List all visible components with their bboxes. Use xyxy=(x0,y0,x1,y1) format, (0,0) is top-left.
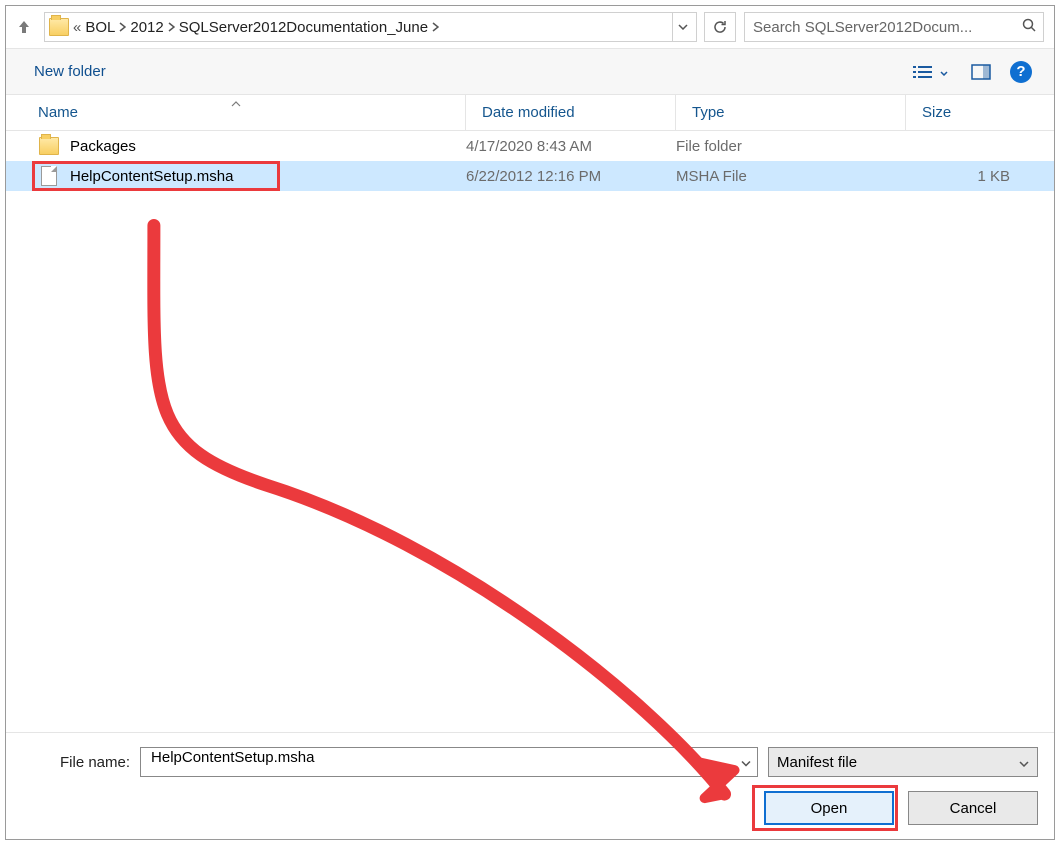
help-button[interactable]: ? xyxy=(1004,57,1038,87)
help-icon: ? xyxy=(1010,61,1032,83)
column-label: Date modified xyxy=(482,104,575,121)
filename-field[interactable] xyxy=(149,748,733,767)
button-label: Cancel xyxy=(950,800,997,817)
list-item[interactable]: HelpContentSetup.msha 6/22/2012 12:16 PM… xyxy=(6,161,1054,191)
column-header-name[interactable]: Name xyxy=(6,95,466,130)
open-dialog: « BOL 2012 SQLServer2012Documentation_Ju… xyxy=(5,5,1055,840)
up-one-level-button[interactable] xyxy=(12,15,36,39)
sort-asc-icon xyxy=(231,94,241,111)
toolbar: New folder ? xyxy=(6,49,1054,95)
column-header-size[interactable]: Size xyxy=(906,95,1054,130)
folder-icon xyxy=(49,18,69,36)
chevron-right-icon xyxy=(119,22,126,32)
column-label: Type xyxy=(692,104,725,121)
view-options-button[interactable] xyxy=(906,57,940,87)
file-list: Packages 4/17/2020 8:43 AM File folder H… xyxy=(6,131,1054,732)
new-folder-button[interactable]: New folder xyxy=(34,63,106,80)
filename-label: File name: xyxy=(60,754,130,771)
column-label: Name xyxy=(38,104,78,121)
column-header-type[interactable]: Type xyxy=(676,95,906,130)
file-type-cell: File folder xyxy=(676,138,906,155)
view-options-dropdown-icon[interactable] xyxy=(940,63,950,80)
chevron-right-icon xyxy=(432,22,439,32)
breadcrumb-item[interactable]: 2012 xyxy=(130,19,163,36)
list-item[interactable]: Packages 4/17/2020 8:43 AM File folder xyxy=(6,131,1054,161)
refresh-button[interactable] xyxy=(704,12,736,42)
breadcrumb-item[interactable]: BOL xyxy=(85,19,115,36)
search-field[interactable] xyxy=(751,18,1015,37)
column-headers: Name Date modified Type Size xyxy=(6,95,1054,131)
history-dropdown-button[interactable] xyxy=(672,13,692,41)
address-bar: « BOL 2012 SQLServer2012Documentation_Ju… xyxy=(6,6,1054,49)
cancel-button[interactable]: Cancel xyxy=(908,791,1038,825)
bottom-bar: File name: Manifest file Open Cancel xyxy=(6,732,1054,839)
chevron-left-icon: « xyxy=(73,19,81,36)
file-icon xyxy=(41,166,57,186)
file-date-cell: 6/22/2012 12:16 PM xyxy=(466,168,676,185)
breadcrumb[interactable]: « BOL 2012 SQLServer2012Documentation_Ju… xyxy=(44,12,697,42)
file-size-cell: 1 KB xyxy=(906,168,1054,185)
file-name-cell: HelpContentSetup.msha xyxy=(70,168,466,185)
filename-input[interactable] xyxy=(140,747,758,777)
preview-pane-button[interactable] xyxy=(964,57,998,87)
file-type-cell: MSHA File xyxy=(676,168,906,185)
search-icon xyxy=(1021,17,1037,37)
search-input[interactable] xyxy=(744,12,1044,42)
column-header-date[interactable]: Date modified xyxy=(466,95,676,130)
filetype-select[interactable]: Manifest file xyxy=(768,747,1038,777)
button-label: Open xyxy=(811,800,848,817)
column-label: Size xyxy=(922,104,951,121)
chevron-down-icon xyxy=(1019,754,1029,771)
file-date-cell: 4/17/2020 8:43 AM xyxy=(466,138,676,155)
chevron-right-icon xyxy=(168,22,175,32)
file-name-cell: Packages xyxy=(70,138,466,155)
folder-icon xyxy=(39,137,59,155)
chevron-down-icon[interactable] xyxy=(741,754,751,771)
breadcrumb-item[interactable]: SQLServer2012Documentation_June xyxy=(179,19,428,36)
open-button[interactable]: Open xyxy=(764,791,894,825)
filetype-label: Manifest file xyxy=(777,754,857,771)
